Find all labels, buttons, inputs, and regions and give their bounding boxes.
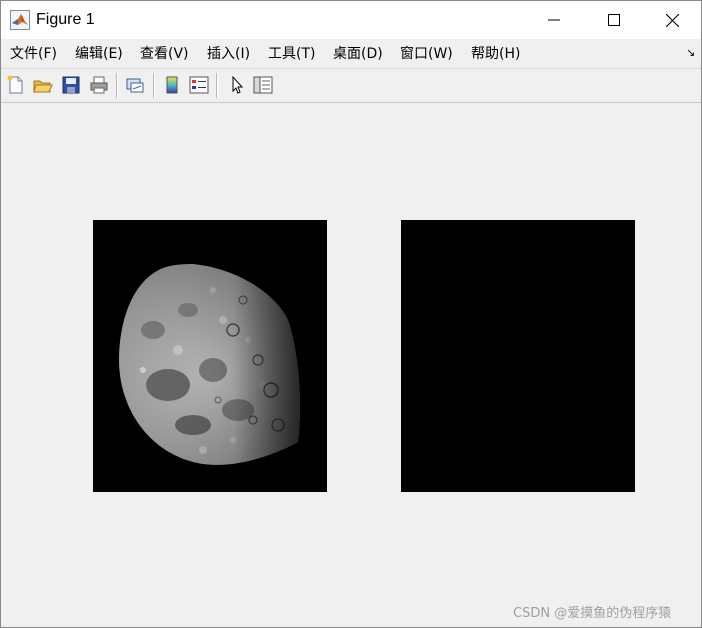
watermark-text: CSDN @爱摸鱼的伪程序猿 bbox=[513, 606, 672, 621]
print-icon bbox=[90, 76, 108, 94]
toolbar-separator bbox=[216, 73, 218, 98]
minimize-icon bbox=[548, 19, 560, 21]
menu-edit[interactable]: 编辑(E) bbox=[75, 45, 123, 63]
toolbar-separator bbox=[116, 73, 118, 98]
open-file-button[interactable] bbox=[32, 74, 54, 96]
insert-legend-icon bbox=[189, 76, 209, 94]
menu-help[interactable]: 帮助(H) bbox=[471, 45, 520, 63]
close-icon bbox=[665, 13, 679, 27]
black-image bbox=[401, 220, 635, 492]
print-button[interactable] bbox=[88, 74, 110, 96]
menu-file[interactable]: 文件(F) bbox=[10, 45, 57, 63]
figure-window: Figure 1 文件(F) 编辑(E) 查看(V) 插入(I) 工具(T) 桌… bbox=[0, 0, 702, 628]
new-figure-button[interactable] bbox=[5, 74, 27, 96]
insert-colorbar-button[interactable] bbox=[161, 74, 183, 96]
dock-arrow-icon[interactable]: ↘ bbox=[686, 46, 695, 59]
menu-window[interactable]: 窗口(W) bbox=[400, 45, 453, 63]
insert-colorbar-icon bbox=[166, 76, 178, 94]
maximize-button[interactable] bbox=[585, 1, 643, 39]
property-inspector-icon bbox=[253, 76, 273, 94]
title-bar[interactable]: Figure 1 bbox=[1, 1, 701, 39]
link-plot-icon bbox=[126, 78, 144, 93]
toolbar bbox=[1, 68, 701, 103]
axes-black-image[interactable] bbox=[401, 220, 635, 492]
property-inspector-button[interactable] bbox=[252, 74, 274, 96]
insert-legend-button[interactable] bbox=[188, 74, 210, 96]
edit-plot-pointer-icon bbox=[232, 75, 244, 94]
menu-desktop[interactable]: 桌面(D) bbox=[333, 45, 383, 63]
menu-insert[interactable]: 插入(I) bbox=[207, 45, 250, 63]
axes-moon-image[interactable] bbox=[93, 220, 327, 492]
menu-tools[interactable]: 工具(T) bbox=[268, 45, 315, 63]
matlab-logo-icon bbox=[10, 10, 30, 30]
close-button[interactable] bbox=[643, 1, 701, 39]
minimize-button[interactable] bbox=[525, 1, 583, 39]
edit-plot-button[interactable] bbox=[226, 74, 248, 96]
toolbar-separator bbox=[153, 73, 155, 98]
new-figure-icon bbox=[7, 75, 23, 94]
link-plot-button[interactable] bbox=[124, 74, 146, 96]
open-file-icon bbox=[33, 80, 53, 93]
moon-image bbox=[93, 220, 327, 492]
maximize-icon bbox=[608, 14, 620, 26]
window-title: Figure 1 bbox=[36, 11, 95, 28]
menu-view[interactable]: 查看(V) bbox=[140, 45, 189, 63]
menu-bar: 文件(F) 编辑(E) 查看(V) 插入(I) 工具(T) 桌面(D) 窗口(W… bbox=[1, 39, 701, 67]
save-button[interactable] bbox=[60, 74, 82, 96]
save-icon bbox=[62, 76, 80, 94]
